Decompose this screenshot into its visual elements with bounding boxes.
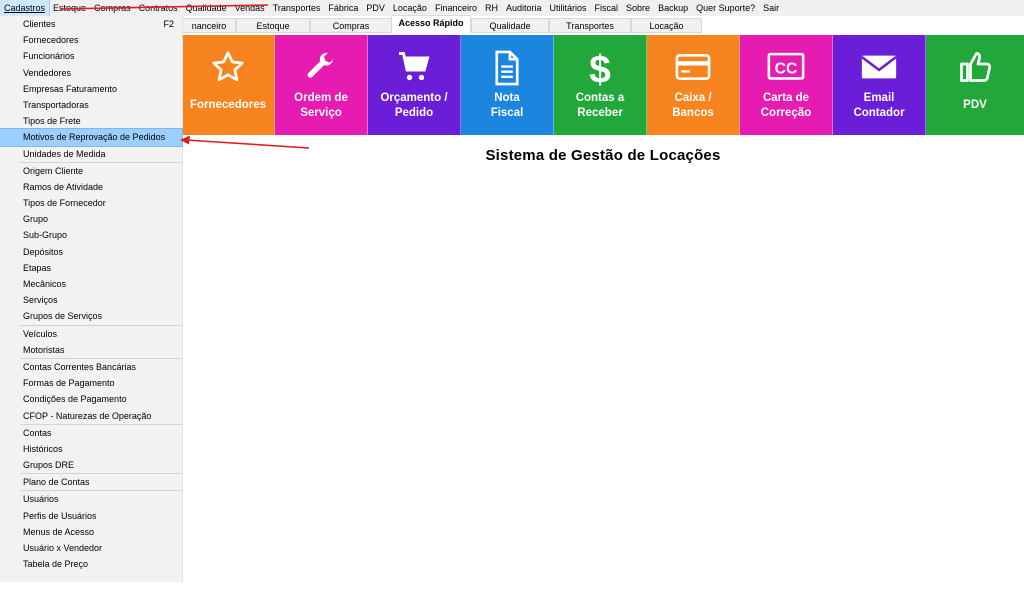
menu-item-menus-acesso[interactable]: Menus de Acesso [0,524,182,540]
menu-item-perfis-usuarios[interactable]: Perfis de Usuários [0,508,182,524]
tab-bar: nanceiro Estoque Compras Acesso Rápido Q… [182,15,702,34]
thumbs-up-icon [926,49,1024,93]
menu-fabrica[interactable]: Fábrica [324,0,362,16]
menu-contratos[interactable]: Contratos [135,0,182,16]
shortcut-key: F2 [163,19,174,29]
menu-item-transportadoras[interactable]: Transportadoras [0,97,182,113]
menu-transportes[interactable]: Transportes [269,0,325,16]
tile-fornecedores[interactable]: Fornecedores [182,35,275,135]
svg-text:$: $ [589,49,611,89]
cc-icon: CC [740,49,832,93]
page-title: Sistema de Gestão de Locações [485,147,721,164]
tile-label: Contas a Receber [575,92,625,119]
mail-icon [833,49,925,93]
cart-icon [368,49,460,93]
menu-qualidade[interactable]: Qualidade [182,0,231,16]
menu-item-vendedores[interactable]: Vendedores [0,65,182,81]
menu-pdv[interactable]: PDV [362,0,389,16]
menu-utilitarios[interactable]: Utilitários [546,0,591,16]
tile-label: Caixa / Bancos [672,92,714,119]
menu-compras[interactable]: Compras [90,0,135,16]
menu-rh[interactable]: RH [481,0,502,16]
menu-item-origem-cliente[interactable]: Origem Cliente [0,163,182,179]
menu-sair[interactable]: Sair [759,0,783,16]
tile-label: Email Contador [853,92,905,119]
menu-item-veiculos[interactable]: Veículos [0,326,182,342]
menu-item-etapas[interactable]: Etapas [0,260,182,276]
menu-item-contas[interactable]: Contas [0,425,182,441]
menu-item-label: Clientes [23,19,56,29]
menu-cadastros[interactable]: Cadastros [0,0,51,17]
dollar-icon: $ [554,49,646,93]
tab-locacao[interactable]: Locação [631,18,702,33]
tile-label: Ordem de Serviço [294,92,348,119]
menu-item-usuario-vendedor[interactable]: Usuário x Vendedor [0,540,182,556]
menu-item-unidades-medida[interactable]: Unidades de Medida [0,146,182,162]
menu-item-formas-pagamento[interactable]: Formas de Pagamento [0,375,182,391]
menu-item-empresas-faturamento[interactable]: Empresas Faturamento [0,81,182,97]
menu-locacao[interactable]: Locação [389,0,431,16]
tile-contas-receber[interactable]: $ Contas a Receber [554,35,647,135]
menu-item-cfop[interactable]: CFOP - Naturezas de Operação [0,408,182,424]
tab-acesso-rapido[interactable]: Acesso Rápido [391,15,471,33]
menu-financeiro[interactable]: Financeiro [431,0,481,16]
tile-caixa-bancos[interactable]: Caixa / Bancos [647,35,740,135]
menu-item-condicoes-pagamento[interactable]: Condições de Pagamento [0,391,182,407]
tile-label: Fornecedores [189,99,267,111]
menu-sobre[interactable]: Sobre [622,0,654,16]
menu-item-plano-contas[interactable]: Plano de Contas [0,474,182,490]
tile-label: Carta de Correção [760,92,812,119]
menu-auditoria[interactable]: Auditoria [502,0,546,16]
tile-nota-fiscal[interactable]: Nota Fiscal [461,35,554,135]
menu-item-motoristas[interactable]: Motoristas [0,342,182,358]
menu-item-funcionarios[interactable]: Funcionários [0,48,182,64]
menu-fiscal[interactable]: Fiscal [591,0,623,16]
menu-item-contas-correntes[interactable]: Contas Correntes Bancárias [0,359,182,375]
menu-vendas[interactable]: Vendas [231,0,269,16]
menu-label: Cadastros [4,3,46,13]
menu-item-usuarios[interactable]: Usuários [0,491,182,507]
menu-suporte[interactable]: Quer Suporte? [692,0,759,16]
menu-item-mecanicos[interactable]: Mecânicos [0,276,182,292]
tab-estoque[interactable]: Estoque [236,18,310,33]
menu-item-grupos-dre[interactable]: Grupos DRE [0,457,182,473]
tab-transportes[interactable]: Transportes [549,18,631,33]
tab-qualidade[interactable]: Qualidade [471,18,549,33]
tile-orcamento-pedido[interactable]: Orçamento / Pedido [368,35,461,135]
menu-item-servicos[interactable]: Serviços [0,292,182,308]
menu-bar: Cadastros Estoque Compras Contratos Qual… [0,0,1024,17]
tile-label: PDV [963,99,987,111]
tile-label: Orçamento / Pedido [380,92,448,119]
card-icon [647,49,739,93]
menu-item-tabela-preco[interactable]: Tabela de Preço [0,556,182,572]
menu-item-depositos[interactable]: Depósitos [0,244,182,260]
menu-item-tipos-frete[interactable]: Tipos de Frete [0,113,182,129]
cadastros-dropdown-menu: Clientes F2 Fornecedores Funcionários Ven… [0,16,183,582]
tile-email-contador[interactable]: Email Contador [833,35,926,135]
menu-item-grupo[interactable]: Grupo [0,211,182,227]
menu-backup[interactable]: Backup [654,0,692,16]
menu-estoque[interactable]: Estoque [49,0,90,16]
tab-financeiro[interactable]: nanceiro [182,18,236,33]
menu-item-sub-grupo[interactable]: Sub-Grupo [0,227,182,243]
menu-item-ramos-atividade[interactable]: Ramos de Atividade [0,179,182,195]
tile-ordem-servico[interactable]: Ordem de Serviço [275,35,368,135]
quick-access-tiles: Fornecedores Ordem de Serviço Orçamento … [182,35,1024,135]
tile-carta-correcao[interactable]: CC Carta de Correção [740,35,833,135]
tile-label: Nota Fiscal [490,92,524,119]
star-icon [182,49,274,93]
menu-item-tipos-fornecedor[interactable]: Tipos de Fornecedor [0,195,182,211]
tile-pdv[interactable]: PDV [926,35,1024,135]
wrench-icon [275,49,367,93]
tab-compras[interactable]: Compras [310,18,392,33]
menu-item-grupos-servicos[interactable]: Grupos de Serviços [0,308,182,324]
svg-text:CC: CC [775,60,798,77]
menu-item-motivos-reprovacao[interactable]: Motivos de Reprovação de Pedidos [0,128,183,147]
menu-item-fornecedores[interactable]: Fornecedores [0,32,182,48]
menu-item-historicos[interactable]: Históricos [0,441,182,457]
menu-item-clientes[interactable]: Clientes F2 [0,16,182,32]
document-icon [461,49,553,93]
